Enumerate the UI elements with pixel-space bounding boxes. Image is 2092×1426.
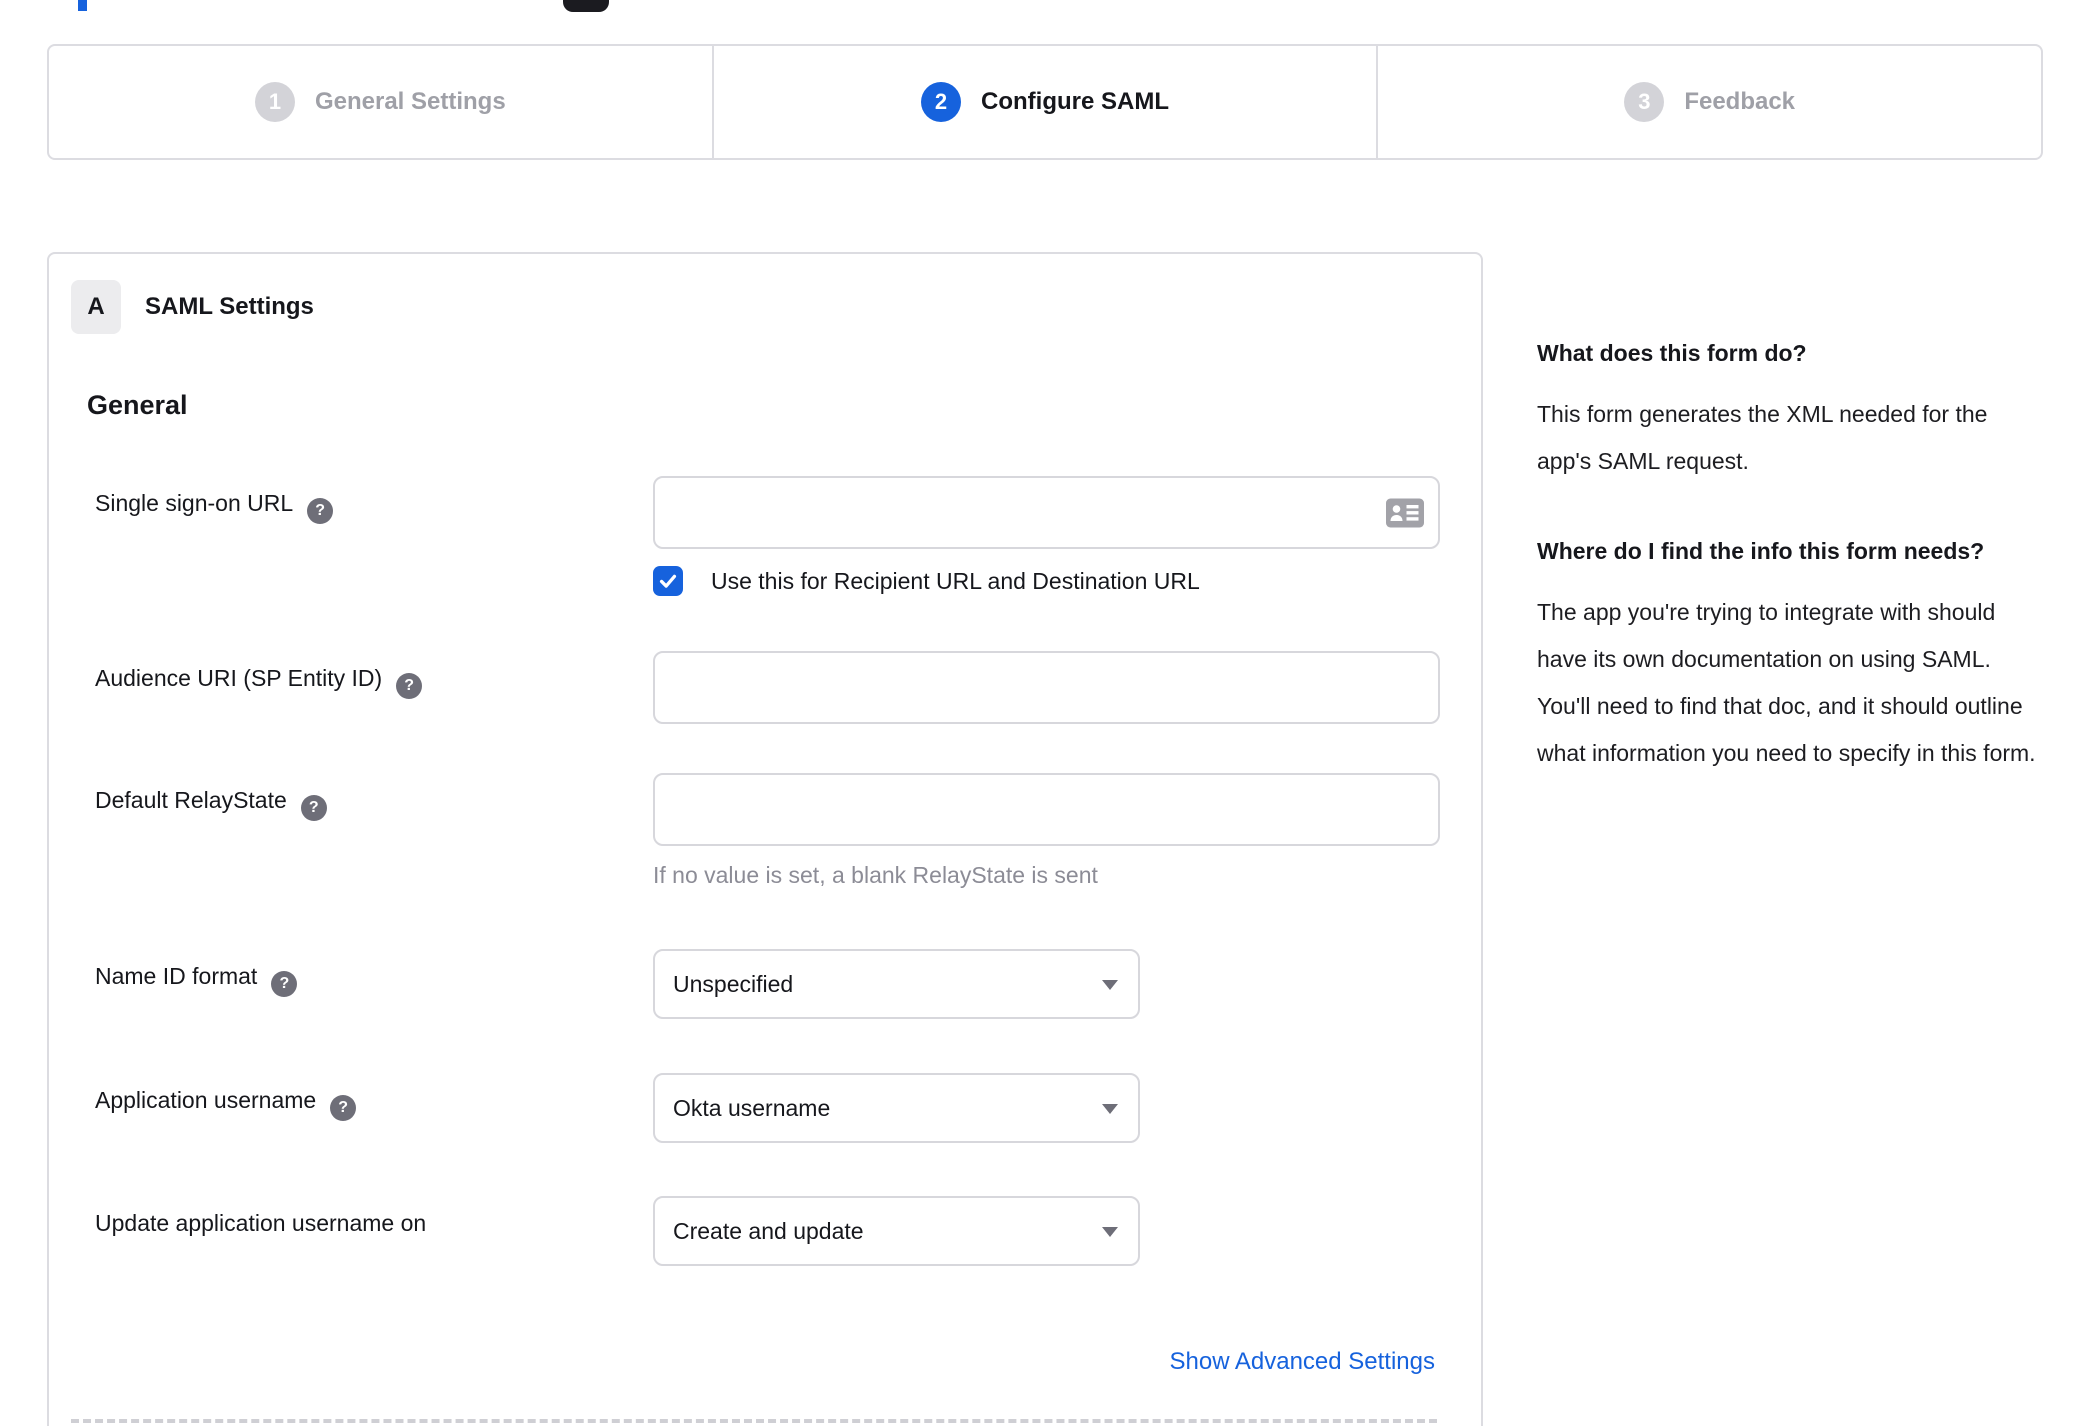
single-sign-on-url-input-wrap: [653, 476, 1440, 549]
single-sign-on-url-input[interactable]: [655, 478, 1438, 547]
help-glyph: ?: [279, 975, 290, 992]
recipient-url-checkbox[interactable]: [653, 566, 683, 596]
step-feedback: 3 Feedback: [1376, 46, 2041, 158]
field-label-text: Default RelayState: [95, 787, 287, 813]
field-row-name-id-format: Name ID format? Unspecified: [95, 949, 1459, 1019]
cropped-header-accent: [78, 0, 87, 11]
default-relaystate-input[interactable]: [655, 775, 1438, 844]
help-glyph: ?: [338, 1099, 349, 1116]
help-icon[interactable]: ?: [300, 795, 327, 821]
general-group-title: General: [87, 390, 188, 420]
help-body-2: The app you're trying to integrate with …: [1537, 599, 2036, 766]
show-advanced-settings-link[interactable]: Show Advanced Settings: [1169, 1348, 1435, 1375]
section-dashed-divider: [71, 1419, 1437, 1423]
field-row-update-application-username: Update application username on Create an…: [95, 1196, 1459, 1266]
field-label-text: Audience URI (SP Entity ID): [95, 665, 383, 691]
help-glyph: ?: [308, 799, 319, 816]
recipient-url-checkbox-label[interactable]: Use this for Recipient URL and Destinati…: [711, 568, 1200, 595]
default-relaystate-label: Default RelayState?: [95, 773, 653, 890]
help-sidebar: What does this form do? This form genera…: [1537, 252, 2047, 777]
audience-uri-input-wrap: [653, 651, 1440, 724]
help-glyph: ?: [404, 677, 415, 694]
field-row-single-sign-on-url: Single sign-on URL? Use this for Recipie…: [95, 476, 1459, 597]
help-glyph: ?: [315, 502, 326, 519]
field-row-audience-uri: Audience URI (SP Entity ID)?: [95, 651, 1459, 724]
step-1-circle: 1: [254, 82, 295, 122]
field-label-text: Single sign-on URL: [95, 490, 294, 516]
default-relaystate-input-wrap: [653, 773, 1440, 846]
step-3-circle: 3: [1624, 82, 1665, 122]
chevron-down-icon: [1102, 1227, 1118, 1237]
help-heading-1: What does this form do?: [1537, 340, 1807, 366]
field-label-text: Application username: [95, 1087, 317, 1113]
wizard-stepper: 1 General Settings 2 Configure SAML 3 Fe…: [47, 44, 2043, 160]
help-icon[interactable]: ?: [396, 673, 423, 699]
saml-settings-card: A SAML Settings General Single sign-on U…: [47, 252, 1483, 1426]
update-application-username-value: Create and update: [673, 1217, 864, 1244]
step-3-label: Feedback: [1684, 88, 1796, 115]
section-a-badge: A: [71, 280, 121, 334]
application-username-value: Okta username: [673, 1094, 831, 1121]
contact-card-icon: [1386, 498, 1424, 527]
configure-saml-page: 1 General Settings 2 Configure SAML 3 Fe…: [0, 0, 2092, 1426]
single-sign-on-url-label: Single sign-on URL?: [95, 476, 653, 597]
audience-uri-input[interactable]: [655, 653, 1438, 722]
help-icon[interactable]: ?: [330, 1095, 357, 1121]
help-icon[interactable]: ?: [271, 971, 298, 997]
step-2-label: Configure SAML: [981, 88, 1169, 115]
audience-uri-label: Audience URI (SP Entity ID)?: [95, 651, 653, 724]
update-application-username-select[interactable]: Create and update: [653, 1196, 1140, 1266]
chevron-down-icon: [1102, 1104, 1118, 1114]
cropped-app-logo-fragment: [563, 0, 609, 12]
help-icon[interactable]: ?: [307, 498, 334, 524]
help-body-1: This form generates the XML needed for t…: [1537, 401, 1988, 474]
step-1-label: General Settings: [314, 88, 506, 115]
field-row-application-username: Application username? Okta username: [95, 1073, 1459, 1143]
relaystate-hint: If no value is set, a blank RelayState i…: [653, 862, 1098, 888]
section-title: SAML Settings: [145, 293, 314, 320]
field-row-default-relaystate: Default RelayState? If no value is set, …: [95, 773, 1459, 890]
step-general-settings: 1 General Settings: [49, 46, 712, 158]
field-label-text: Name ID format: [95, 963, 258, 989]
field-label-text: Update application username on: [95, 1210, 427, 1236]
name-id-format-label: Name ID format?: [95, 949, 653, 1019]
application-username-select[interactable]: Okta username: [653, 1073, 1140, 1143]
name-id-format-select[interactable]: Unspecified: [653, 949, 1140, 1019]
application-username-label: Application username?: [95, 1073, 653, 1143]
update-application-username-label: Update application username on: [95, 1196, 653, 1266]
chevron-down-icon: [1102, 980, 1118, 990]
name-id-format-value: Unspecified: [673, 970, 794, 997]
step-configure-saml: 2 Configure SAML: [711, 46, 1377, 158]
check-icon: [659, 574, 677, 588]
help-heading-2: Where do I find the info this form needs…: [1537, 538, 1985, 564]
step-2-circle: 2: [921, 82, 962, 122]
